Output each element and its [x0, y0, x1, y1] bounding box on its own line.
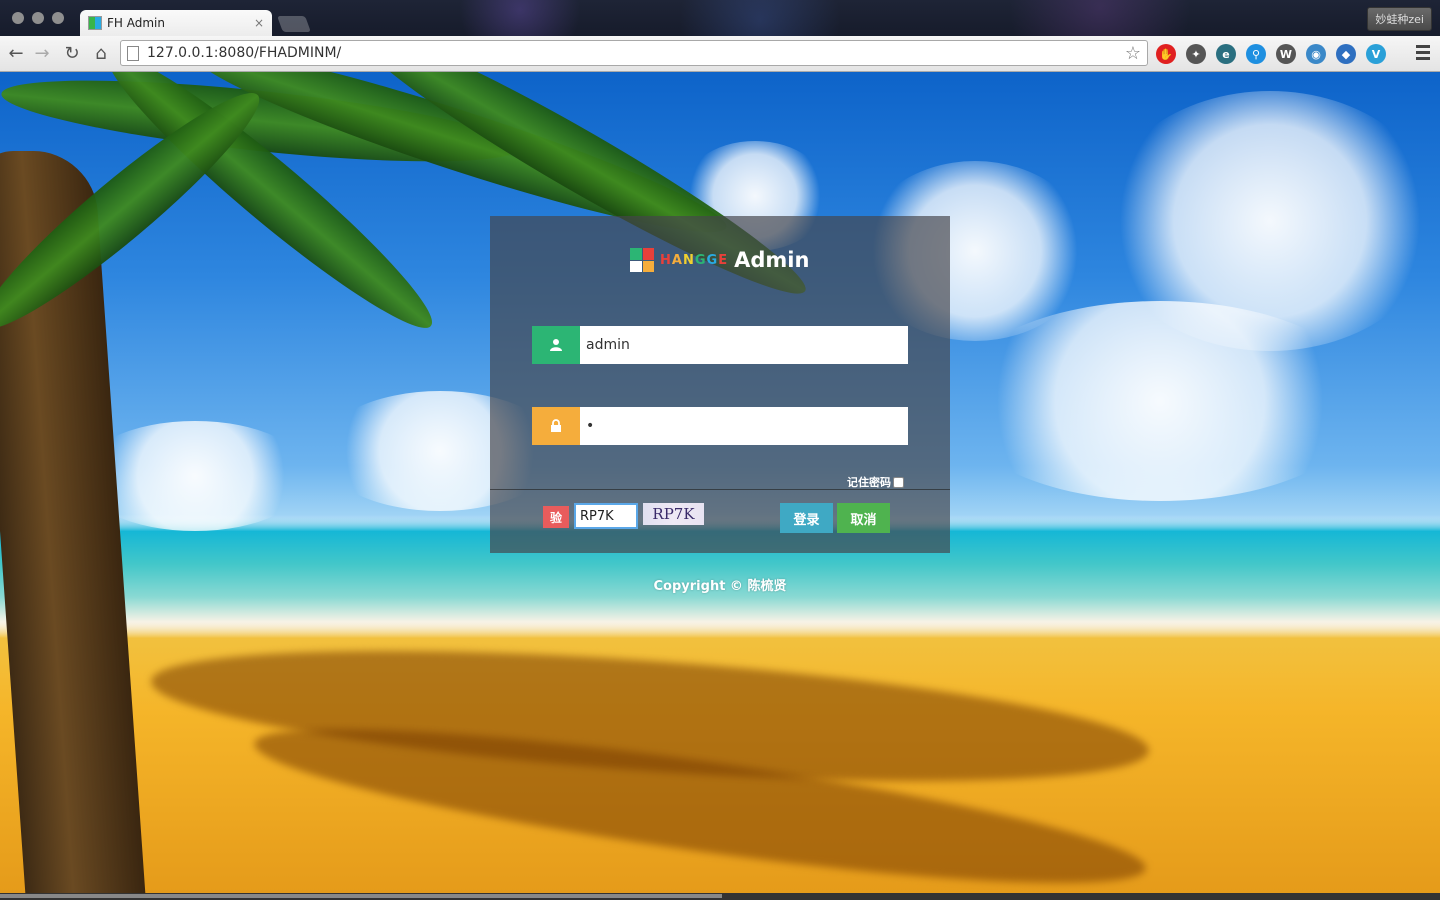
search-ext-icon[interactable]: ⚲: [1246, 44, 1266, 64]
home-icon: ⌂: [95, 42, 107, 64]
remember-checkbox[interactable]: [893, 476, 904, 488]
captcha-input[interactable]: [574, 503, 638, 529]
password-input[interactable]: [580, 407, 908, 445]
captcha-label: 验: [543, 506, 569, 528]
remember-label: 记住密码: [847, 476, 891, 489]
copyright-text: Copyright © 陈梳贤: [653, 579, 787, 594]
logo-brand-letter: H: [660, 252, 672, 268]
browser-chrome: FH Admin × 妙蛙种zei ← → ↻ ⌂ 127.0.0.1:8080…: [0, 0, 1440, 72]
arrow-left-icon: ←: [8, 42, 24, 64]
e-icon[interactable]: e: [1216, 44, 1236, 64]
divider: [490, 489, 950, 490]
bird-icon[interactable]: ◆: [1336, 44, 1356, 64]
arrow-right-icon: →: [34, 42, 50, 64]
login-button[interactable]: 登录: [780, 503, 833, 533]
address-bar[interactable]: 127.0.0.1:8080/FHADMINM/ ☆: [120, 40, 1148, 66]
username-field: [532, 326, 908, 364]
star-icon[interactable]: ☆: [1125, 43, 1141, 64]
logo-brand-letter: A: [671, 252, 683, 268]
user-icon: [532, 326, 580, 364]
forward-button[interactable]: →: [30, 42, 54, 64]
cloud-shape: [950, 301, 1370, 501]
page-icon: [127, 45, 139, 61]
logo-brand-letter: G: [694, 252, 707, 268]
horizontal-scrollbar[interactable]: [0, 894, 722, 898]
browser-toolbar: ← → ↻ ⌂ 127.0.0.1:8080/FHADMINM/ ☆ ✋ ✦ e ⚲ W…: [0, 36, 1440, 72]
tools-icon[interactable]: ✦: [1186, 44, 1206, 64]
adblock-icon[interactable]: ✋: [1156, 44, 1176, 64]
window-maximize-button[interactable]: [52, 12, 64, 24]
wikipedia-icon[interactable]: W: [1276, 44, 1296, 64]
logo-brand-letter: G: [706, 252, 719, 268]
password-field: [532, 407, 908, 445]
reload-button[interactable]: ↻: [60, 42, 84, 64]
tab-close-icon[interactable]: ×: [254, 16, 264, 30]
logo: HANGGE Admin: [630, 248, 809, 272]
logo-mark-icon: [630, 248, 654, 272]
vimeo-icon[interactable]: V: [1366, 44, 1386, 64]
window-close-button[interactable]: [12, 12, 24, 24]
logo-admin: Admin: [734, 248, 810, 272]
back-button[interactable]: ←: [4, 42, 28, 64]
login-panel: HANGGE Admin 记住密码 验 RP7K 登录 取消: [490, 216, 950, 553]
url-text[interactable]: 127.0.0.1:8080/FHADMINM/: [147, 45, 1125, 61]
new-tab-button[interactable]: [277, 16, 311, 32]
cancel-button[interactable]: 取消: [837, 503, 890, 533]
home-button[interactable]: ⌂: [89, 42, 113, 64]
extensions-bar: ✋ ✦ e ⚲ W ◉ ◆ V: [1156, 44, 1386, 64]
remember-password[interactable]: 记住密码: [847, 474, 904, 490]
menu-icon[interactable]: [1416, 45, 1430, 63]
logo-brand: HANGGE: [660, 253, 728, 268]
window-minimize-button[interactable]: [32, 12, 44, 24]
tab-title: FH Admin: [107, 16, 165, 30]
favicon-icon: [88, 16, 102, 30]
captcha-image[interactable]: RP7K: [643, 503, 704, 525]
logo-brand-letter: E: [718, 252, 729, 268]
browser-tab[interactable]: FH Admin ×: [80, 10, 272, 36]
username-input[interactable]: [580, 326, 908, 364]
lock-icon: [532, 407, 580, 445]
screen-icon[interactable]: ◉: [1306, 44, 1326, 64]
profile-badge[interactable]: 妙蛙种zei: [1367, 7, 1432, 31]
logo-brand-letter: N: [682, 252, 695, 268]
reload-icon: ↻: [64, 42, 80, 64]
